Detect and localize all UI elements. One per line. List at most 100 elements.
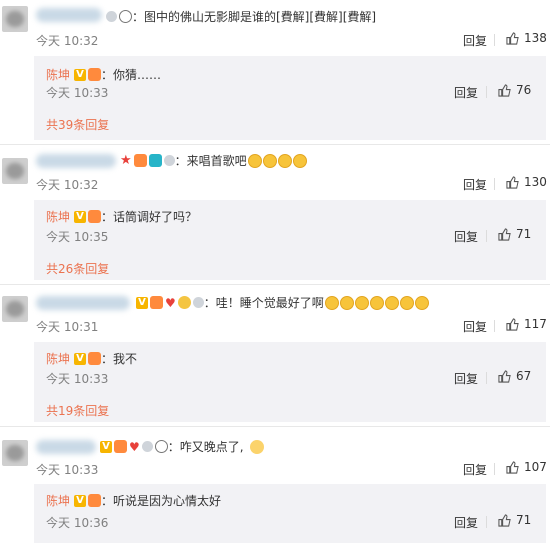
fan-badge-icon (133, 154, 147, 167)
reply-author[interactable]: 陈坤 (46, 492, 70, 509)
more-replies-link[interactable]: 共39条回复 (46, 116, 109, 133)
fan-badge-icon (88, 352, 102, 365)
comment-time: 今天 10:32 (36, 34, 99, 48)
comment-time: 今天 10:31 (36, 320, 99, 334)
reply-box: 陈坤 V ：听说是因为心情太好 今天 10:36 回复 71 (34, 484, 546, 543)
reply-button[interactable]: 回复 (454, 514, 478, 531)
medal-icon (192, 297, 204, 308)
like-button[interactable]: 130 (506, 175, 547, 189)
fan-badge-icon (150, 296, 163, 309)
like-button[interactable]: 107 (506, 460, 547, 474)
reply-text: ：听说是因为心情太好 (101, 494, 222, 508)
comment-text: ：哇！睡个觉最好了啊 (203, 296, 324, 310)
reply-time: 今天 10:33 (46, 372, 109, 386)
camera-badge-icon (148, 154, 162, 167)
emoji-icon (399, 295, 414, 310)
reply-button[interactable]: 回复 (463, 461, 487, 478)
emoji-icon (247, 153, 262, 168)
vip-badge-icon: V (74, 210, 87, 223)
emoji-icon (292, 153, 307, 168)
reply-button[interactable]: 回复 (454, 370, 478, 387)
star-icon: ★ (120, 153, 132, 168)
vip-badge-icon: V (74, 68, 87, 81)
comment-text: ：图中的佛山无影脚是谁的[費解][費解][費解] (132, 10, 377, 24)
like-button[interactable]: 117 (506, 317, 547, 331)
like-button[interactable]: 76 (498, 83, 531, 97)
like-button[interactable]: 71 (498, 513, 531, 527)
thumbs-up-icon (498, 513, 511, 527)
like-count: 71 (516, 227, 532, 241)
emoji-icon (339, 295, 354, 310)
blurred-username[interactable] (36, 154, 116, 168)
blurred-username[interactable] (36, 440, 96, 454)
thumbs-up-icon (498, 227, 511, 241)
like-count: 138 (524, 31, 547, 45)
reply-button[interactable]: 回复 (463, 176, 487, 193)
like-button[interactable]: 67 (498, 369, 531, 383)
more-replies-link[interactable]: 共19条回复 (46, 402, 109, 419)
panda-icon (119, 10, 132, 23)
more-replies-link[interactable]: 共26条回复 (46, 260, 109, 277)
like-button[interactable]: 71 (498, 227, 531, 241)
fan-badge-icon (88, 68, 102, 81)
blurred-username[interactable] (36, 296, 130, 310)
reply-author[interactable]: 陈坤 (46, 66, 70, 83)
heart-icon: ♥ (129, 439, 140, 454)
like-count: 107 (524, 460, 547, 474)
avatar[interactable] (2, 6, 28, 32)
reply-text: ：你猜…… (101, 68, 162, 82)
vip-badge-icon: V (74, 494, 87, 507)
reply-time: 今天 10:36 (46, 516, 109, 530)
thumbs-up-icon (506, 31, 519, 45)
heart-icon: ♥ (165, 295, 176, 310)
fan-badge-icon (114, 440, 127, 453)
comment-text: ：来唱首歌吧 (174, 154, 247, 168)
reply-button[interactable]: 回复 (454, 84, 478, 101)
reply-box: 陈坤 V ：话筒调好了吗？ 今天 10:35 回复 71 共26条回复 (34, 200, 546, 280)
avatar[interactable] (2, 440, 28, 466)
reply-box: 陈坤 V ：你猜…… 今天 10:33 回复 76 共39条回复 (34, 56, 546, 140)
vip-badge-icon: V (136, 296, 148, 309)
comment-time: 今天 10:33 (36, 463, 99, 477)
reply-box: 陈坤 V ：我不 今天 10:33 回复 67 共19条回复 (34, 342, 546, 422)
like-count: 76 (516, 83, 532, 97)
thumbs-up-icon (506, 175, 519, 189)
emoji-icon (369, 295, 384, 310)
reply-button[interactable]: 回复 (463, 318, 487, 335)
thumbs-up-icon (498, 83, 511, 97)
fan-badge-icon (88, 494, 102, 507)
avatar[interactable] (2, 296, 28, 322)
reply-text: ：我不 (101, 352, 138, 366)
emoji-icon (414, 295, 429, 310)
avatar[interactable] (2, 158, 28, 184)
vip-badge-icon: V (74, 352, 87, 365)
fan-badge-icon (88, 210, 102, 223)
reply-button[interactable]: 回复 (454, 228, 478, 245)
medal-icon (163, 155, 175, 166)
reply-text: ：话筒调好了吗？ (101, 210, 198, 224)
reply-author[interactable]: 陈坤 (46, 350, 70, 367)
reply-button[interactable]: 回复 (463, 32, 487, 49)
thumbs-up-icon (498, 369, 511, 383)
reply-author[interactable]: 陈坤 (46, 208, 70, 225)
reply-time: 今天 10:35 (46, 230, 109, 244)
comment-text: ：咋又晚点了, (167, 440, 244, 454)
blurred-username[interactable] (36, 8, 102, 22)
emoji-icon (354, 295, 369, 310)
emoji-icon (262, 153, 277, 168)
comment-time: 今天 10:32 (36, 178, 99, 192)
medal-icon (141, 441, 153, 452)
duck-emoji-icon (249, 439, 264, 454)
emoji-icon (277, 153, 292, 168)
like-count: 117 (524, 317, 547, 331)
thumbs-up-icon (506, 460, 519, 474)
thumbs-up-icon (506, 317, 519, 331)
cool-emoji-icon (177, 296, 191, 309)
emoji-icon (324, 295, 339, 310)
like-count: 71 (516, 513, 532, 527)
like-count: 130 (524, 175, 547, 189)
medal-icon (106, 11, 117, 22)
panda-icon (154, 440, 168, 453)
like-count: 67 (516, 369, 532, 383)
like-button[interactable]: 138 (506, 31, 547, 45)
